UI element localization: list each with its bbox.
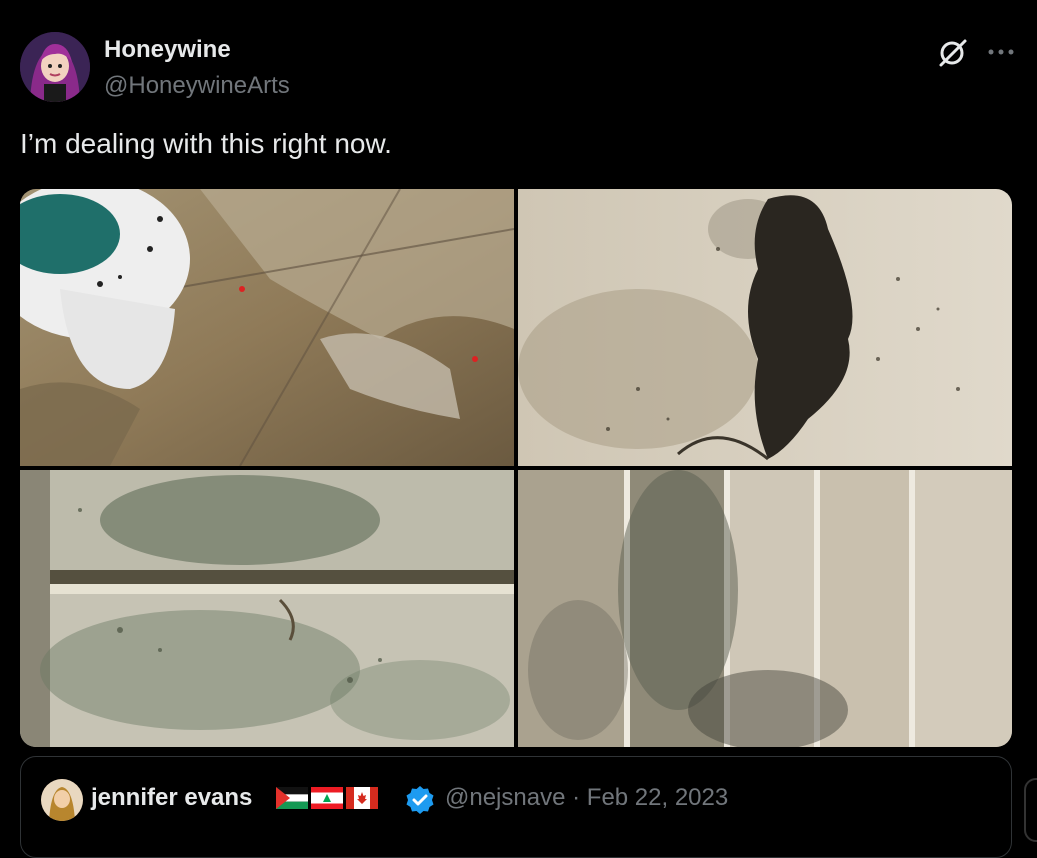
- author-handle[interactable]: @HoneywineArts: [104, 72, 290, 100]
- scrollbar-fragment: [1024, 778, 1037, 842]
- tweet-text: I’m dealing with this right now.: [20, 128, 392, 159]
- photo-door-mold[interactable]: [20, 470, 514, 747]
- photo-wall-black-mold[interactable]: [518, 189, 1012, 466]
- media-grid: [20, 189, 1012, 747]
- tweet-header: Honeywine @HoneywineArts: [20, 32, 1017, 104]
- verified-badge-icon: [405, 785, 435, 815]
- quote-author-handle[interactable]: @nejsnave: [445, 784, 565, 811]
- quoted-tweet[interactable]: jennifer evans @nejsnave · Feb 22, 2023: [20, 756, 1012, 858]
- lebanon-flag-icon: [311, 787, 343, 809]
- quote-author-flags: [276, 787, 378, 813]
- grok-icon[interactable]: [937, 36, 969, 68]
- canada-flag-icon: [346, 787, 378, 809]
- more-options-icon[interactable]: [985, 36, 1017, 68]
- palestine-flag-icon: [276, 787, 308, 809]
- author-avatar[interactable]: [20, 32, 90, 102]
- meta-separator: ·: [572, 784, 581, 811]
- photo-toilet-floor[interactable]: [20, 189, 514, 466]
- quote-date[interactable]: Feb 22, 2023: [587, 784, 728, 811]
- author-display-name[interactable]: Honeywine: [104, 36, 231, 64]
- photo-panel-wall-mold[interactable]: [518, 470, 1012, 747]
- quote-author-name[interactable]: jennifer evans: [91, 784, 252, 812]
- quote-author-avatar[interactable]: [41, 779, 83, 821]
- quote-meta[interactable]: @nejsnave · Feb 22, 2023: [445, 784, 728, 812]
